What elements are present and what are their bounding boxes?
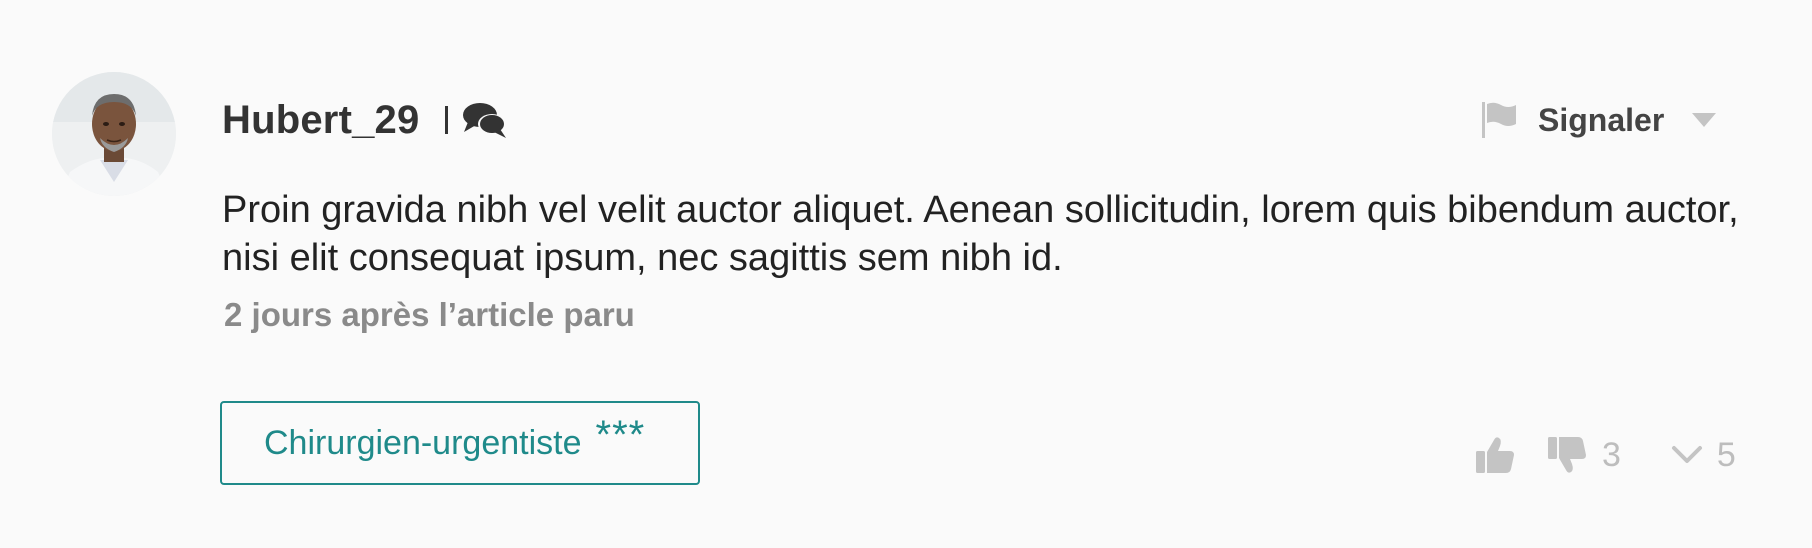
- comment-actions: 3 5: [1474, 430, 1736, 480]
- header-divider: [445, 106, 449, 134]
- comment-card: Hubert_29 Signaler Proin gravida nibh ve…: [0, 0, 1812, 548]
- profession-label: Chirurgien-urgentiste: [264, 423, 582, 462]
- dislike-button[interactable]: 3: [1546, 434, 1621, 476]
- author-name[interactable]: Hubert_29: [222, 98, 419, 143]
- chevron-down-icon: [1671, 444, 1703, 466]
- comments-icon[interactable]: [462, 100, 508, 140]
- avatar[interactable]: [52, 72, 176, 196]
- flag-icon: [1480, 100, 1520, 140]
- comment-header: Hubert_29: [222, 96, 508, 144]
- profession-stars: ***: [595, 412, 646, 457]
- report-button[interactable]: Signaler: [1480, 100, 1718, 140]
- thumbs-up-icon: [1474, 434, 1516, 476]
- caret-down-icon: [1690, 110, 1718, 130]
- report-label: Signaler: [1538, 101, 1665, 138]
- dislike-count: 3: [1602, 435, 1621, 474]
- like-button[interactable]: [1474, 434, 1516, 476]
- profession-badge[interactable]: Chirurgien-urgentiste ***: [220, 401, 700, 485]
- comment-body: Proin gravida nibh vel velit auctor aliq…: [222, 189, 1739, 279]
- replies-count: 5: [1716, 435, 1736, 474]
- user-avatar-image: [52, 72, 176, 196]
- thumbs-down-icon: [1546, 434, 1588, 476]
- expand-replies-button[interactable]: 5: [1671, 436, 1736, 475]
- comment-timestamp: 2 jours après l’article paru: [224, 296, 635, 333]
